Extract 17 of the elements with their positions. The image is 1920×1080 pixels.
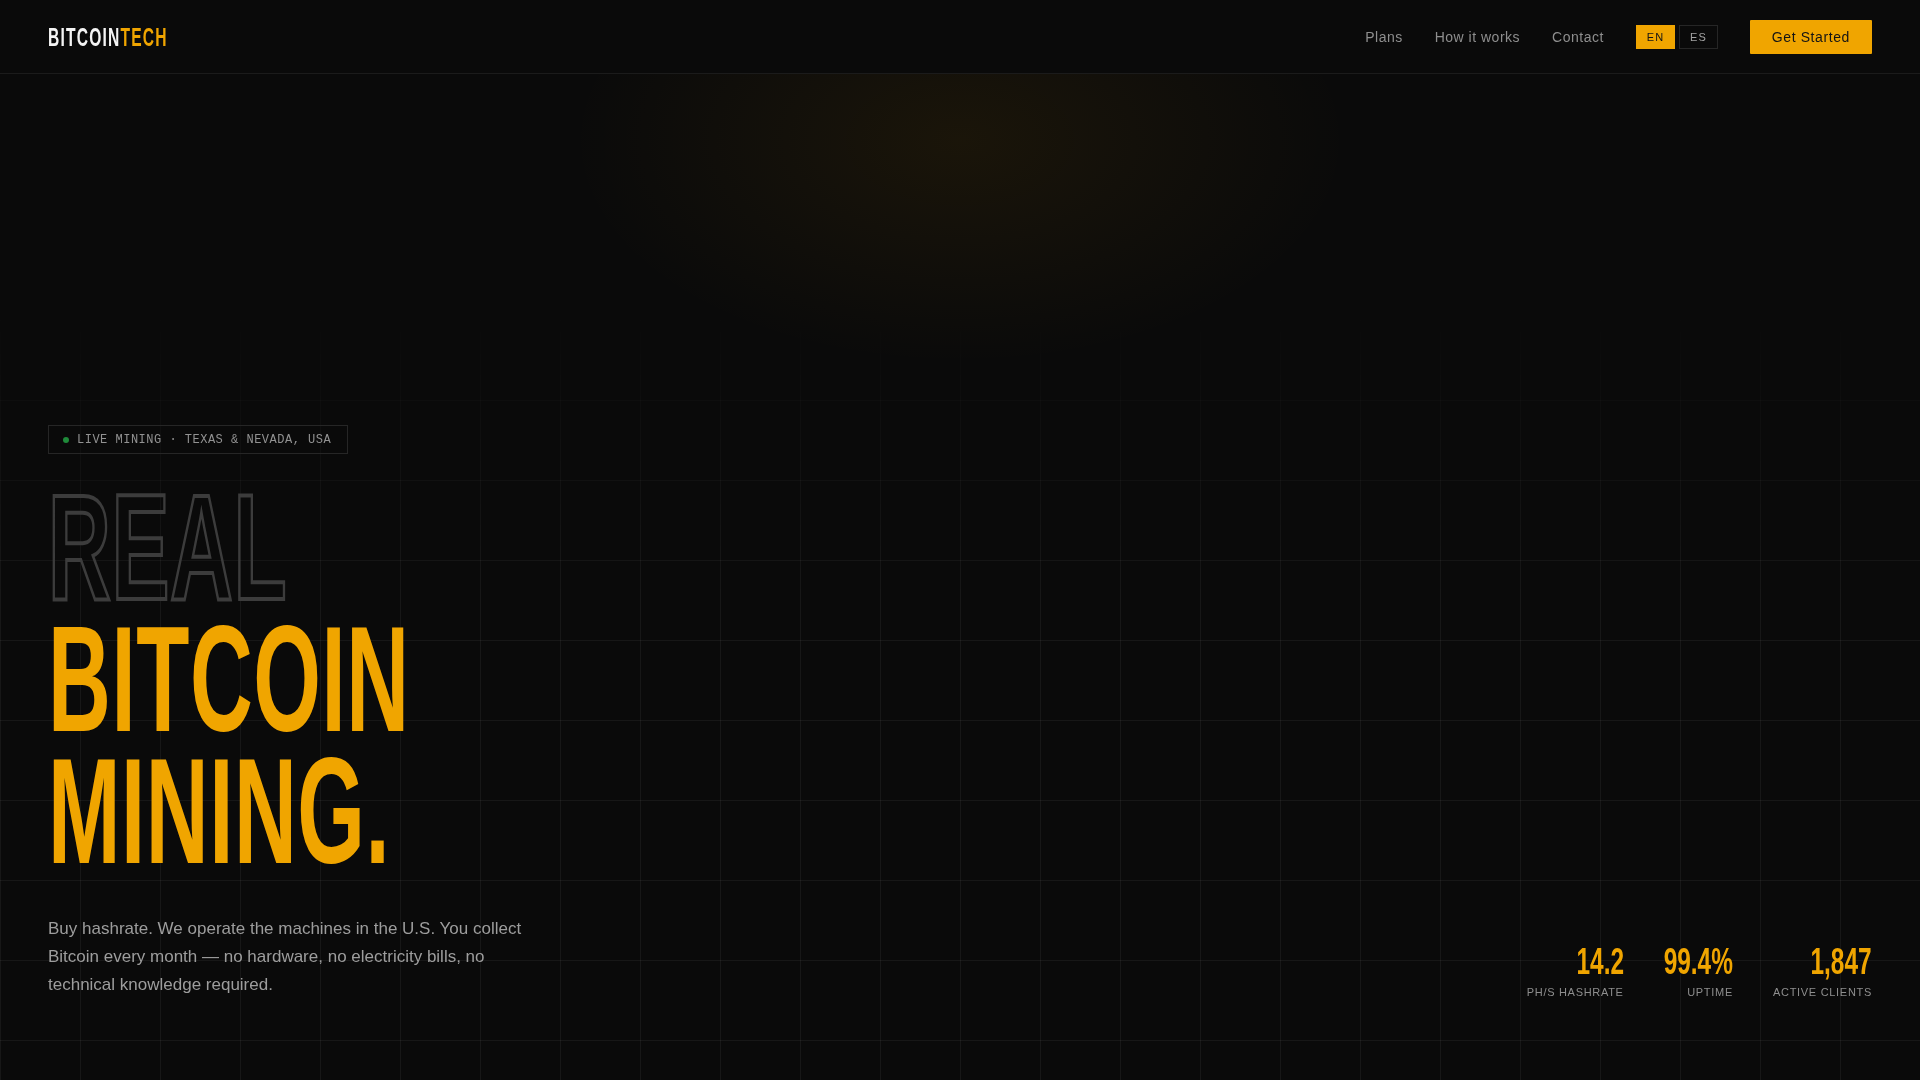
nav-link[interactable]: Contact bbox=[1552, 28, 1604, 45]
stat-value: 1,847 bbox=[1810, 943, 1872, 981]
badge-text: LIVE MINING · TEXAS & NEVADA, USA bbox=[77, 432, 332, 447]
hero-description: Buy hashrate. We operate the machines in the U.S. You collect Bitcoin every month — no hardware, no electricity bills, no technical knowledge required. bbox=[48, 918, 523, 996]
headline-text: MINING. bbox=[48, 745, 391, 877]
stat-value: 14.2 bbox=[1576, 943, 1624, 981]
logo[interactable]: BITCOINTECH bbox=[48, 21, 168, 52]
nav-link[interactable]: Plans bbox=[1365, 28, 1403, 45]
headline-text: BITCOIN bbox=[48, 613, 410, 745]
get-started-button[interactable]: Get Started bbox=[1749, 19, 1872, 54]
nav-link[interactable]: How it works bbox=[1434, 28, 1521, 45]
language-button[interactable]: EN bbox=[1635, 24, 1676, 49]
stat-label: UPTIME bbox=[1687, 985, 1733, 999]
stat-label: PH/S HASHRATE bbox=[1526, 985, 1624, 999]
stat-value: 99.4% bbox=[1663, 943, 1733, 981]
stat-label: ACTIVE CLIENTS bbox=[1772, 985, 1872, 999]
language-button[interactable]: ES bbox=[1679, 24, 1718, 49]
